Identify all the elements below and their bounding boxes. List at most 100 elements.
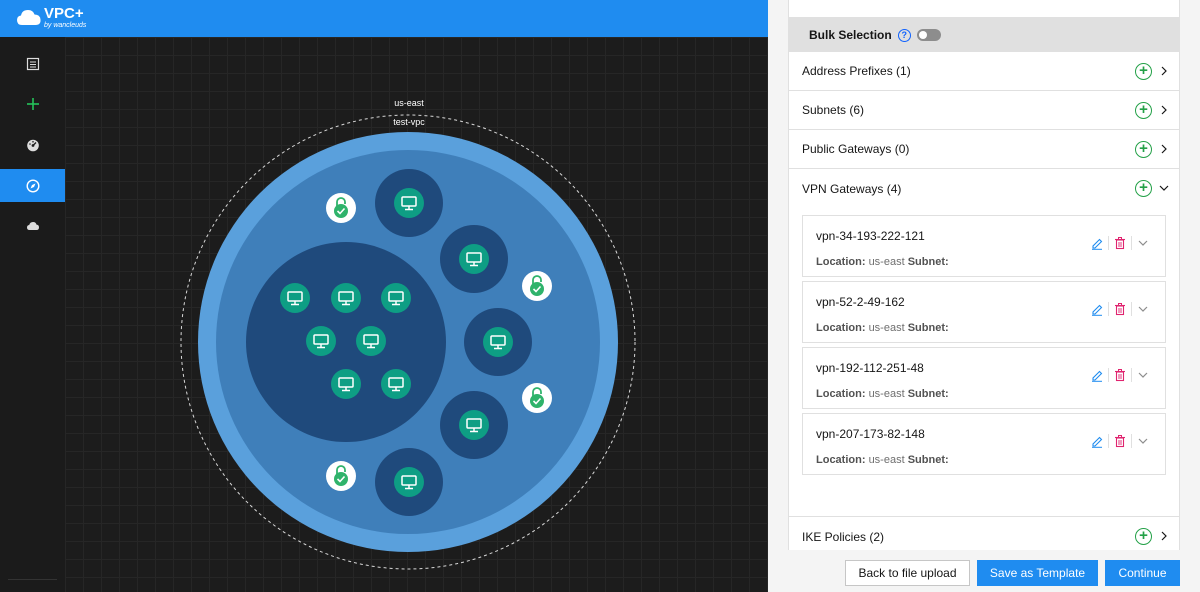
location-value: us-east bbox=[868, 322, 905, 334]
location-label: Location: bbox=[816, 322, 866, 334]
back-to-file-upload-button[interactable]: Back to file upload bbox=[845, 560, 970, 586]
virtual-server-icon[interactable] bbox=[381, 283, 411, 313]
edit-icon[interactable] bbox=[1090, 302, 1104, 316]
action-separator bbox=[1108, 302, 1109, 316]
vpn-gateway-card[interactable]: vpn-207-173-82-148 Location: us-east Subn… bbox=[802, 413, 1166, 475]
vpn-gateway-lock-icon[interactable] bbox=[326, 193, 356, 223]
section-public-gateways[interactable]: Public Gateways (0) + bbox=[789, 130, 1179, 169]
location-label: Location: bbox=[816, 454, 866, 466]
vpn-gateway-meta: Location: us-east Subnet: bbox=[816, 322, 949, 334]
subnet-large[interactable] bbox=[246, 242, 446, 442]
section-vpn-gateways[interactable]: VPN Gateways (4) + bbox=[789, 169, 1179, 208]
virtual-server-icon[interactable] bbox=[459, 244, 489, 274]
app-brand: VPC+ bbox=[44, 5, 84, 22]
delete-icon[interactable] bbox=[1113, 368, 1127, 382]
virtual-server-icon[interactable] bbox=[394, 188, 424, 218]
delete-icon[interactable] bbox=[1113, 236, 1127, 250]
action-footer: Back to file upload Save as Template Con… bbox=[768, 550, 1200, 592]
save-as-template-button[interactable]: Save as Template bbox=[977, 560, 1098, 586]
edit-icon[interactable] bbox=[1090, 368, 1104, 382]
vpn-gateway-name: vpn-192-112-251-48 bbox=[816, 361, 924, 375]
virtual-server-icon[interactable] bbox=[394, 467, 424, 497]
action-separator bbox=[1131, 302, 1132, 316]
action-separator bbox=[1131, 236, 1132, 250]
help-icon[interactable]: ? bbox=[897, 28, 911, 42]
vpn-gateway-card[interactable]: vpn-52-2-49-162 Location: us-east Subnet: bbox=[802, 281, 1166, 343]
chevron-down-icon[interactable] bbox=[1136, 302, 1150, 316]
chevron-down-icon[interactable] bbox=[1157, 181, 1171, 195]
chevron-right-icon[interactable] bbox=[1157, 529, 1171, 543]
chevron-right-icon[interactable] bbox=[1157, 142, 1171, 156]
add-icon[interactable]: + bbox=[1135, 180, 1152, 197]
section-label: Public Gateways (0) bbox=[802, 142, 910, 156]
sidebar-item-list[interactable] bbox=[0, 47, 65, 80]
cloud-logo-icon bbox=[17, 10, 41, 25]
bulk-selection-bar: Bulk Selection ? bbox=[789, 18, 1179, 52]
action-separator bbox=[1108, 368, 1109, 382]
virtual-server-icon[interactable] bbox=[459, 410, 489, 440]
vpn-gateway-actions bbox=[1090, 236, 1150, 250]
details-panel: Bulk Selection ? Address Prefixes (1) + … bbox=[768, 0, 1200, 592]
virtual-server-icon[interactable] bbox=[306, 326, 336, 356]
sidebar-item-cloud[interactable] bbox=[0, 209, 65, 242]
section-label: Subnets (6) bbox=[802, 103, 865, 117]
delete-icon[interactable] bbox=[1113, 434, 1127, 448]
add-icon[interactable]: + bbox=[1135, 141, 1152, 158]
plus-icon bbox=[26, 97, 39, 110]
add-icon[interactable]: + bbox=[1135, 528, 1152, 545]
vpn-gateway-lock-icon[interactable] bbox=[326, 461, 356, 491]
subnet-label: Subnet: bbox=[907, 388, 949, 400]
continue-button[interactable]: Continue bbox=[1105, 560, 1180, 586]
app-brand-sub: by wancleuds bbox=[44, 22, 87, 29]
edit-icon[interactable] bbox=[1090, 236, 1104, 250]
section-label: VPN Gateways (4) bbox=[802, 181, 902, 196]
vpn-gateway-lock-icon[interactable] bbox=[522, 271, 552, 301]
chevron-down-icon[interactable] bbox=[1136, 236, 1150, 250]
chevron-down-icon[interactable] bbox=[1136, 434, 1150, 448]
location-label: Location: bbox=[816, 388, 866, 400]
section-address-prefixes[interactable]: Address Prefixes (1) + bbox=[789, 52, 1179, 91]
panel-top-strip bbox=[789, 0, 1179, 18]
add-icon[interactable]: + bbox=[1135, 63, 1152, 80]
sidebar-divider bbox=[8, 579, 57, 580]
zone-label: us-east bbox=[394, 98, 424, 108]
vpn-gateway-name: vpn-34-193-222-121 bbox=[816, 229, 925, 243]
virtual-server-icon[interactable] bbox=[381, 369, 411, 399]
sidebar-item-diagram[interactable] bbox=[0, 169, 65, 202]
vpn-gateway-card[interactable]: vpn-34-193-222-121 Location: us-east Subn… bbox=[802, 215, 1166, 277]
list-icon bbox=[26, 57, 39, 70]
subnet-label: Subnet: bbox=[907, 256, 949, 268]
chevron-right-icon[interactable] bbox=[1157, 103, 1171, 117]
virtual-server-icon[interactable] bbox=[331, 283, 361, 313]
action-separator bbox=[1131, 368, 1132, 382]
delete-icon[interactable] bbox=[1113, 302, 1127, 316]
chevron-down-icon[interactable] bbox=[1136, 368, 1150, 382]
sidebar-item-overview[interactable] bbox=[0, 128, 65, 161]
vpn-gateway-meta: Location: us-east Subnet: bbox=[816, 388, 949, 400]
diagram-canvas[interactable]: us-east test-vpc bbox=[65, 37, 768, 592]
section-label: IKE Policies (2) bbox=[802, 529, 885, 544]
gauge-icon bbox=[26, 139, 39, 151]
app-logo[interactable]: VPC+ by wancleuds bbox=[16, 5, 87, 29]
location-value: us-east bbox=[868, 454, 905, 466]
vpn-gateway-meta: Location: us-east Subnet: bbox=[816, 454, 949, 466]
add-icon[interactable]: + bbox=[1135, 102, 1152, 119]
section-subnets[interactable]: Subnets (6) + bbox=[789, 91, 1179, 130]
sidebar-item-add[interactable] bbox=[0, 87, 65, 120]
edit-icon[interactable] bbox=[1090, 434, 1104, 448]
sidebar bbox=[0, 37, 65, 592]
virtual-server-icon[interactable] bbox=[483, 327, 513, 357]
vpn-gateway-lock-icon[interactable] bbox=[522, 383, 552, 413]
compass-icon bbox=[25, 178, 40, 193]
vpc-label: test-vpc bbox=[393, 117, 425, 127]
vpn-gateway-name: vpn-52-2-49-162 bbox=[816, 295, 905, 309]
chevron-right-icon[interactable] bbox=[1157, 64, 1171, 78]
subnet-label: Subnet: bbox=[907, 322, 949, 334]
virtual-server-icon[interactable] bbox=[280, 283, 310, 313]
virtual-server-icon[interactable] bbox=[331, 369, 361, 399]
vpn-gateway-actions bbox=[1090, 302, 1150, 316]
panel-content: Bulk Selection ? Address Prefixes (1) + … bbox=[788, 0, 1180, 550]
bulk-selection-toggle[interactable] bbox=[916, 29, 941, 41]
vpn-gateway-card[interactable]: vpn-192-112-251-48 Location: us-east Subn… bbox=[802, 347, 1166, 409]
virtual-server-icon[interactable] bbox=[356, 326, 386, 356]
